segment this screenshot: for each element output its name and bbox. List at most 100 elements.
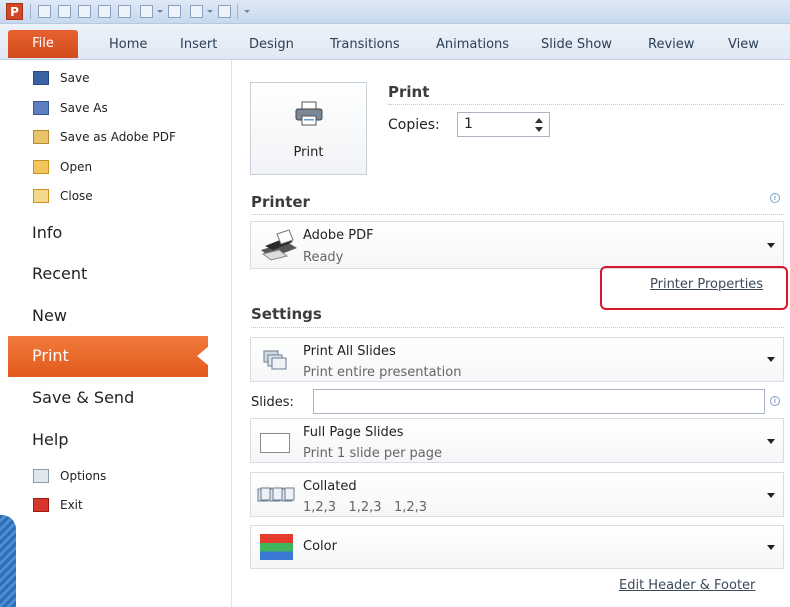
chevron-down-icon bbox=[767, 493, 775, 498]
nav-recent[interactable]: Recent bbox=[32, 264, 87, 283]
settings-section-title: Settings bbox=[251, 305, 322, 323]
save-icon bbox=[33, 71, 49, 85]
layout-title: Full Page Slides bbox=[303, 425, 404, 440]
nav-close[interactable]: Close bbox=[33, 185, 93, 207]
printer-status: Ready bbox=[303, 250, 344, 265]
nav-print-label: Print bbox=[32, 346, 69, 365]
copies-label: Copies: bbox=[388, 117, 440, 133]
tab-insert[interactable]: Insert bbox=[180, 37, 217, 52]
chevron-down-icon bbox=[767, 357, 775, 362]
nav-save-as[interactable]: Save As bbox=[33, 97, 108, 119]
collation-subtitle: 1,2,3 1,2,3 1,2,3 bbox=[303, 500, 428, 515]
options-icon bbox=[33, 469, 49, 483]
nav-options[interactable]: Options bbox=[33, 465, 106, 487]
tab-slide-show[interactable]: Slide Show bbox=[541, 37, 612, 52]
collation-title: Collated bbox=[303, 479, 357, 494]
export-icon[interactable] bbox=[98, 5, 111, 18]
nav-print[interactable]: Print bbox=[8, 336, 209, 377]
selection-notch bbox=[197, 346, 209, 366]
print-range-title: Print All Slides bbox=[303, 344, 396, 359]
color-swatch-icon bbox=[260, 534, 293, 560]
undo-dropdown-icon[interactable] bbox=[207, 10, 213, 13]
nav-save-as-label: Save As bbox=[60, 101, 108, 115]
nav-save-pdf[interactable]: Save as Adobe PDF bbox=[33, 126, 176, 148]
spin-down-icon[interactable] bbox=[535, 127, 543, 132]
divider bbox=[251, 214, 784, 215]
full-page-slide-icon bbox=[260, 433, 290, 453]
print-preview-icon[interactable] bbox=[118, 5, 131, 18]
open-folder-icon bbox=[33, 160, 49, 174]
print-button[interactable]: Print bbox=[250, 82, 367, 175]
spin-up-icon[interactable] bbox=[535, 118, 543, 123]
nav-open-label: Open bbox=[60, 160, 93, 174]
tab-transitions[interactable]: Transitions bbox=[330, 37, 400, 52]
edit-header-footer-link[interactable]: Edit Header & Footer bbox=[619, 578, 755, 593]
layout-subtitle: Print 1 slide per page bbox=[303, 446, 443, 461]
slides-label: Slides: bbox=[251, 395, 294, 410]
tab-file[interactable]: File bbox=[8, 30, 78, 58]
printer-dropdown[interactable]: Adobe PDF Ready bbox=[250, 221, 784, 269]
color-title: Color bbox=[303, 539, 337, 554]
divider bbox=[388, 104, 784, 105]
customize-toolbar-icon[interactable] bbox=[244, 10, 250, 13]
open-folder-icon[interactable] bbox=[58, 5, 71, 18]
exit-icon bbox=[33, 498, 49, 512]
undo-icon[interactable] bbox=[190, 5, 203, 18]
copies-value: 1 bbox=[464, 116, 473, 132]
nav-save-label: Save bbox=[60, 71, 90, 85]
tab-home[interactable]: Home bbox=[109, 37, 147, 52]
new-doc-icon[interactable] bbox=[38, 5, 51, 18]
copies-spinner[interactable]: 1 bbox=[457, 112, 550, 137]
powerpoint-app-icon[interactable]: P bbox=[6, 3, 23, 20]
nav-save-pdf-label: Save as Adobe PDF bbox=[60, 130, 176, 144]
ribbon-tabs: Home Insert Design Transitions Animation… bbox=[0, 24, 790, 60]
nav-open[interactable]: Open bbox=[33, 156, 92, 178]
collated-icon bbox=[257, 487, 295, 502]
toolbar-separator bbox=[237, 4, 238, 19]
slide-icon[interactable] bbox=[168, 5, 181, 18]
divider bbox=[251, 327, 784, 328]
slides-input[interactable] bbox=[313, 389, 765, 414]
printer-section-title: Printer bbox=[251, 193, 310, 211]
nav-save-send[interactable]: Save & Send bbox=[32, 388, 134, 407]
nav-save[interactable]: Save bbox=[33, 67, 89, 89]
quick-access-toolbar: P bbox=[0, 0, 790, 24]
nav-new[interactable]: New bbox=[32, 306, 67, 325]
collation-dropdown[interactable]: Collated 1,2,3 1,2,3 1,2,3 bbox=[250, 472, 784, 517]
chevron-down-icon bbox=[767, 243, 775, 248]
tab-animations[interactable]: Animations bbox=[436, 37, 509, 52]
printer-properties-link[interactable]: Printer Properties bbox=[650, 277, 763, 292]
nav-close-label: Close bbox=[60, 189, 93, 203]
close-folder-icon bbox=[33, 189, 49, 203]
save-as-icon bbox=[33, 101, 49, 115]
printer-icon bbox=[295, 101, 323, 126]
nav-exit[interactable]: Exit bbox=[33, 494, 83, 516]
print-range-subtitle: Print entire presentation bbox=[303, 365, 462, 380]
nav-options-label: Options bbox=[60, 469, 107, 483]
dropdown-icon[interactable] bbox=[157, 10, 163, 13]
print-button-label: Print bbox=[293, 145, 324, 160]
info-icon[interactable]: i bbox=[770, 193, 780, 203]
backstage-nav: Save Save As Save as Adobe PDF Open Clos… bbox=[0, 60, 232, 607]
tab-view[interactable]: View bbox=[728, 37, 759, 52]
chevron-down-icon bbox=[767, 545, 775, 550]
adobe-pdf-icon bbox=[33, 130, 49, 144]
print-section-title: Print bbox=[388, 83, 430, 101]
print-range-dropdown[interactable]: Print All Slides Print entire presentati… bbox=[250, 337, 784, 382]
info-icon[interactable]: i bbox=[770, 396, 780, 406]
chevron-down-icon bbox=[767, 439, 775, 444]
save-icon[interactable] bbox=[78, 5, 91, 18]
slides-stack-icon bbox=[263, 350, 287, 370]
tab-review[interactable]: Review bbox=[648, 37, 694, 52]
nav-help[interactable]: Help bbox=[32, 430, 68, 449]
redo-icon[interactable] bbox=[218, 5, 231, 18]
decorative-edge bbox=[0, 515, 16, 607]
nav-exit-label: Exit bbox=[60, 498, 83, 512]
tab-design[interactable]: Design bbox=[249, 37, 294, 52]
printer-name: Adobe PDF bbox=[303, 228, 374, 243]
color-dropdown[interactable]: Color bbox=[250, 525, 784, 569]
layout-dropdown[interactable]: Full Page Slides Print 1 slide per page bbox=[250, 418, 784, 463]
toolbar-separator bbox=[30, 4, 31, 19]
nav-info[interactable]: Info bbox=[32, 223, 62, 242]
format-icon[interactable] bbox=[140, 5, 153, 18]
